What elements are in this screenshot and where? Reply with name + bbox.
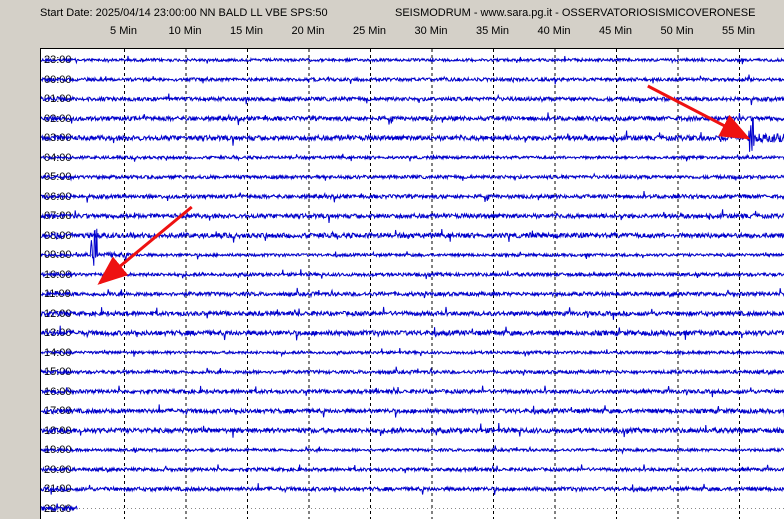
x-tick-label: 20 Min: [291, 25, 325, 37]
x-tick-label: 25 Min: [352, 25, 387, 37]
x-tick-label: 50 Min: [660, 25, 694, 37]
trace-line: [41, 503, 78, 513]
x-tick-label: 5 Min: [110, 25, 137, 37]
trace-line: [41, 306, 784, 320]
trace-line: [41, 483, 784, 495]
trace-line: [41, 325, 784, 341]
x-tick-label: 10 Min: [168, 25, 202, 37]
trace-line: [41, 464, 784, 474]
trace-line: [41, 209, 784, 223]
trace-line: [41, 153, 784, 162]
start-date-label: Start Date: 2025/04/14 23:00:00 NN BALD …: [40, 7, 328, 19]
trace-line: [41, 385, 784, 398]
trace-line: [41, 172, 784, 182]
trace-line: [41, 366, 784, 376]
seismogram-plot: 23:00 00:00 01:00 02:00 03:00 04:00 05:00 06:00…: [40, 48, 784, 519]
trace-line: [41, 112, 784, 126]
trace-line: [41, 445, 784, 455]
trace-line: [41, 404, 784, 418]
x-tick-label: 30 Min: [414, 25, 448, 37]
station-title: SEISMODRUM - www.sara.pg.it - OSSERVATOR…: [395, 7, 756, 19]
x-tick-label: 55 Min: [721, 25, 756, 37]
x-tick-label: 45 Min: [598, 25, 633, 37]
trace-line: [41, 269, 784, 280]
trace-line: [41, 117, 784, 152]
x-tick-label: 40 Min: [537, 25, 571, 37]
trace-line: [41, 422, 784, 438]
trace-line: [41, 55, 784, 65]
trace-line: [41, 191, 784, 203]
trace-line: [41, 287, 784, 299]
annotation-arrow: [647, 84, 751, 140]
trace-line: [41, 74, 784, 85]
seismogram-svg: [41, 49, 784, 519]
trace-line: [41, 348, 784, 358]
chart-header: Start Date: 2025/04/14 23:00:00 NN BALD …: [0, 0, 784, 48]
x-tick-label: 15 Min: [229, 25, 264, 37]
x-tick-label: 35 Min: [475, 25, 510, 37]
